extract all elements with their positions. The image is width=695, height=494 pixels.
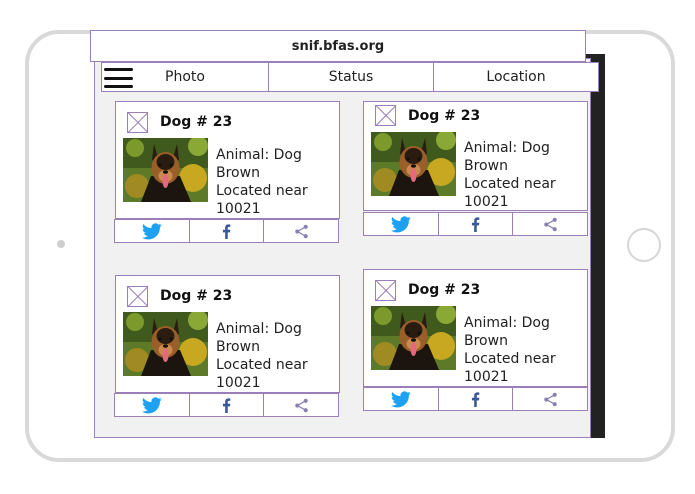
card-info: Animal: Dog Brown Located near 10021	[216, 146, 308, 218]
twitter-icon	[142, 223, 162, 240]
twitter-button[interactable]	[363, 387, 439, 411]
animal-label: Animal: Dog	[464, 315, 550, 331]
dog-photo	[371, 132, 456, 196]
share-bar	[114, 393, 340, 417]
facebook-icon	[222, 224, 231, 239]
color-label: Brown	[216, 165, 260, 181]
tab-photo-label: Photo	[165, 69, 205, 85]
share-bar	[114, 219, 340, 243]
twitter-icon	[391, 391, 411, 408]
facebook-icon	[471, 392, 480, 407]
card-title: Dog # 23	[160, 288, 233, 304]
located-label: Located near	[464, 176, 556, 192]
facebook-button[interactable]	[438, 212, 514, 236]
color-label: Brown	[216, 339, 260, 355]
hamburger-menu-icon[interactable]	[104, 68, 133, 88]
twitter-button[interactable]	[114, 219, 190, 243]
located-label: Located near	[464, 351, 556, 367]
share-icon	[294, 224, 309, 239]
card-info: Animal: Dog Brown Located near 10021	[464, 139, 556, 211]
facebook-icon	[222, 398, 231, 413]
share-icon	[543, 392, 558, 407]
tab-status-label: Status	[328, 69, 374, 85]
facebook-button[interactable]	[189, 219, 265, 243]
animal-label: Animal: Dog	[216, 147, 302, 163]
color-label: Brown	[464, 333, 508, 349]
share-bar	[363, 387, 589, 411]
card-info: Animal: Dog Brown Located near 10021	[216, 320, 308, 392]
dog-card: Dog # 23 Animal: Dog Brown Located near …	[115, 101, 340, 219]
dog-photo	[371, 306, 456, 370]
home-button[interactable]	[627, 228, 661, 262]
select-checkbox[interactable]	[375, 280, 396, 301]
share-button[interactable]	[264, 219, 340, 243]
card-title: Dog # 23	[408, 282, 481, 298]
color-label: Brown	[464, 158, 508, 174]
tab-location[interactable]: Location	[433, 63, 598, 91]
located-label: Located near	[216, 357, 308, 373]
select-checkbox[interactable]	[375, 105, 396, 126]
tab-status[interactable]: Status	[268, 63, 433, 91]
facebook-button[interactable]	[189, 393, 265, 417]
share-icon	[294, 398, 309, 413]
share-bar	[363, 212, 589, 236]
camera-dot	[57, 240, 65, 248]
zip-label: 10021	[464, 194, 509, 210]
url-bar[interactable]: snif.bfas.org	[90, 30, 586, 62]
facebook-icon	[471, 217, 480, 232]
share-button[interactable]	[513, 387, 589, 411]
twitter-button[interactable]	[114, 393, 190, 417]
dog-card: Dog # 23 Animal: Dog Brown Located near …	[115, 275, 340, 393]
dog-card: Dog # 23 Animal: Dog Brown Located near …	[363, 101, 588, 211]
zip-label: 10021	[216, 201, 261, 217]
tab-location-label: Location	[486, 69, 546, 85]
card-title: Dog # 23	[408, 108, 481, 124]
facebook-button[interactable]	[438, 387, 514, 411]
zip-label: 10021	[464, 369, 509, 385]
twitter-icon	[142, 397, 162, 414]
select-checkbox[interactable]	[127, 112, 148, 133]
dog-card: Dog # 23 Animal: Dog Brown Located near …	[363, 269, 588, 387]
zip-label: 10021	[216, 375, 261, 391]
dog-photo	[123, 138, 208, 202]
share-button[interactable]	[513, 212, 589, 236]
animal-label: Animal: Dog	[464, 140, 550, 156]
card-info: Animal: Dog Brown Located near 10021	[464, 314, 556, 386]
animal-label: Animal: Dog	[216, 321, 302, 337]
twitter-icon	[391, 216, 411, 233]
share-button[interactable]	[264, 393, 340, 417]
twitter-button[interactable]	[363, 212, 439, 236]
nav-tabs: Photo Status Location	[101, 62, 599, 92]
url-text: snif.bfas.org	[291, 38, 385, 54]
select-checkbox[interactable]	[127, 286, 148, 307]
card-title: Dog # 23	[160, 114, 233, 130]
share-icon	[543, 217, 558, 232]
located-label: Located near	[216, 183, 308, 199]
dog-photo	[123, 312, 208, 376]
